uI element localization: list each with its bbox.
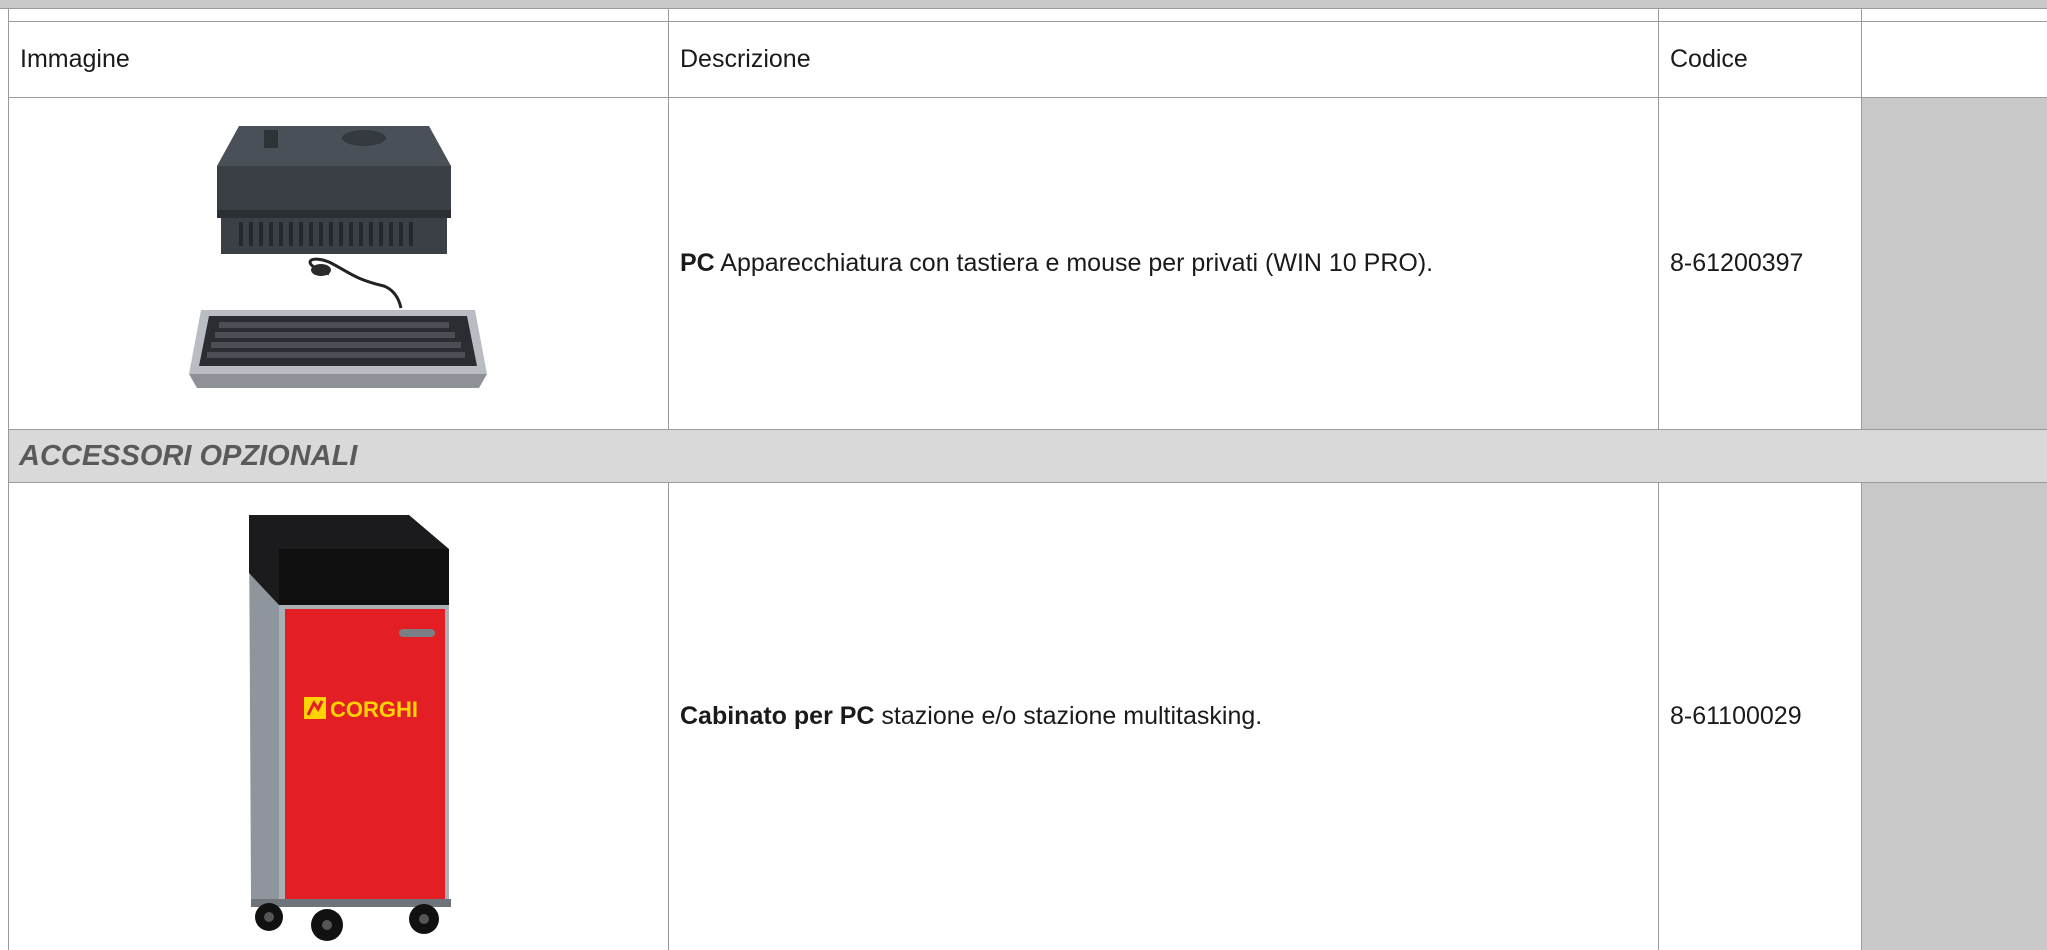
table-top-sliver — [8, 9, 2047, 22]
row-image — [9, 98, 668, 429]
row-extra-cell — [1862, 483, 2047, 950]
description-text: Apparecchiatura con tastiera e mouse per… — [714, 249, 1434, 277]
pc-cabinet-icon: CORGHI — [248, 514, 451, 941]
row-description: Cabinato per PC stazione e/o stazione mu… — [669, 483, 1658, 950]
row-extra-cell — [1862, 98, 2047, 429]
section-title: ACCESSORI OPZIONALI — [9, 430, 2047, 482]
header-code: Codice — [1670, 45, 1748, 73]
header-description: Descrizione — [680, 45, 811, 73]
header-image: Immagine — [20, 45, 130, 73]
row-description: PC Apparecchiatura con tastiera e mouse … — [669, 98, 1658, 429]
top-bar — [0, 0, 2047, 9]
cabinet-logo-text: CORGHI — [330, 697, 418, 722]
row-code: 8-61100029 — [1670, 702, 1802, 730]
pc-keyboard-icon — [188, 125, 487, 388]
description-bold: Cabinato per PC — [680, 702, 875, 730]
row-code: 8-61200397 — [1670, 249, 1804, 277]
description-bold: PC — [680, 249, 715, 277]
description-text: stazione e/o stazione multitasking. — [874, 702, 1263, 730]
row-image: CORGHI — [9, 483, 668, 950]
header-extra — [1862, 22, 2047, 97]
